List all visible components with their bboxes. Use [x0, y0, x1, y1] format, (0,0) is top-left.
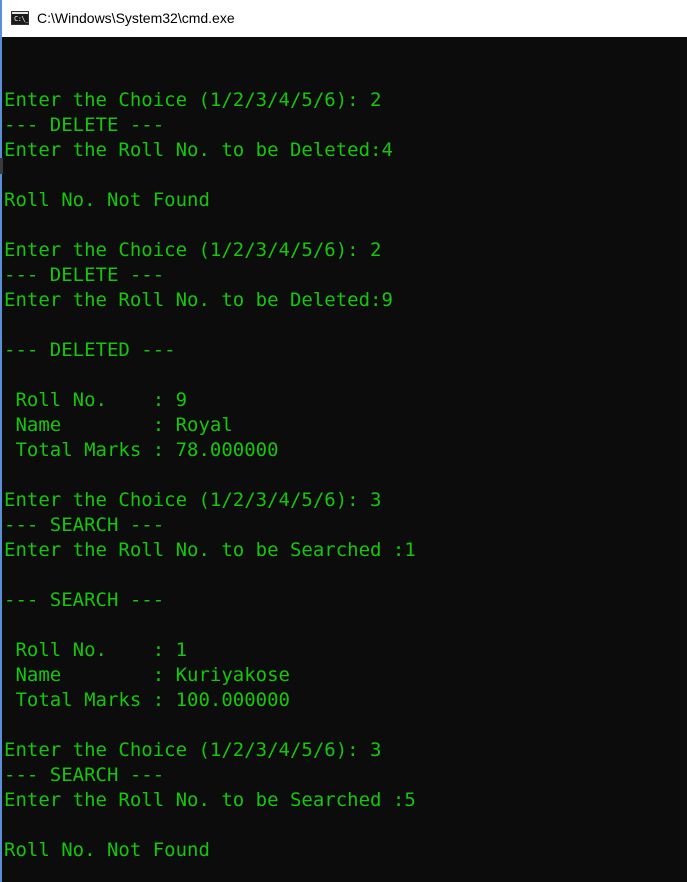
- console-line: Name : Kuriyakose: [4, 664, 290, 686]
- console-line: Enter the Choice (1/2/3/4/5/6): 3: [4, 739, 382, 761]
- window-left-border: [0, 0, 2, 882]
- console-line: --- DELETED ---: [4, 339, 176, 361]
- console-line: Enter the Choice (1/2/3/4/5/6): 2: [4, 89, 382, 111]
- console-line: --- SEARCH ---: [4, 514, 165, 536]
- cmd-icon[interactable]: C:\_: [11, 11, 29, 25]
- console-line: Name : Royal: [4, 414, 233, 436]
- console-line: --- DELETE ---: [4, 264, 165, 286]
- console-line: Enter the Roll No. to be Searched :1: [4, 539, 416, 561]
- console-output[interactable]: Enter the Choice (1/2/3/4/5/6): 2 --- DEL…: [4, 88, 684, 863]
- console-line: Roll No. : 1: [4, 639, 188, 661]
- console-line: Enter the Choice (1/2/3/4/5/6): 2: [4, 239, 382, 261]
- cmd-icon-glyph: C:\_: [14, 15, 29, 23]
- console-line: Enter the Roll No. to be Searched :5: [4, 789, 416, 811]
- console-line: Enter the Roll No. to be Deleted:4: [4, 139, 393, 161]
- console-line: Roll No. Not Found: [4, 189, 210, 211]
- console-line: Total Marks : 100.000000: [4, 689, 290, 711]
- console-line: Roll No. Not Found: [4, 839, 210, 861]
- console-line: --- SEARCH ---: [4, 589, 165, 611]
- console-line: Enter the Roll No. to be Deleted:9: [4, 289, 393, 311]
- cmd-window: C:\_ C:\Windows\System32\cmd.exe Enter t…: [0, 0, 687, 882]
- console-line: Total Marks : 78.000000: [4, 439, 279, 461]
- console-line: --- SEARCH ---: [4, 764, 165, 786]
- title-bar[interactable]: C:\_ C:\Windows\System32\cmd.exe: [0, 0, 687, 37]
- window-resize-notch: [0, 158, 3, 174]
- console-line: Roll No. : 9: [4, 389, 188, 411]
- window-title: C:\Windows\System32\cmd.exe: [37, 10, 235, 26]
- console-line: Enter the Choice (1/2/3/4/5/6): 3: [4, 489, 382, 511]
- console-line: --- DELETE ---: [4, 114, 165, 136]
